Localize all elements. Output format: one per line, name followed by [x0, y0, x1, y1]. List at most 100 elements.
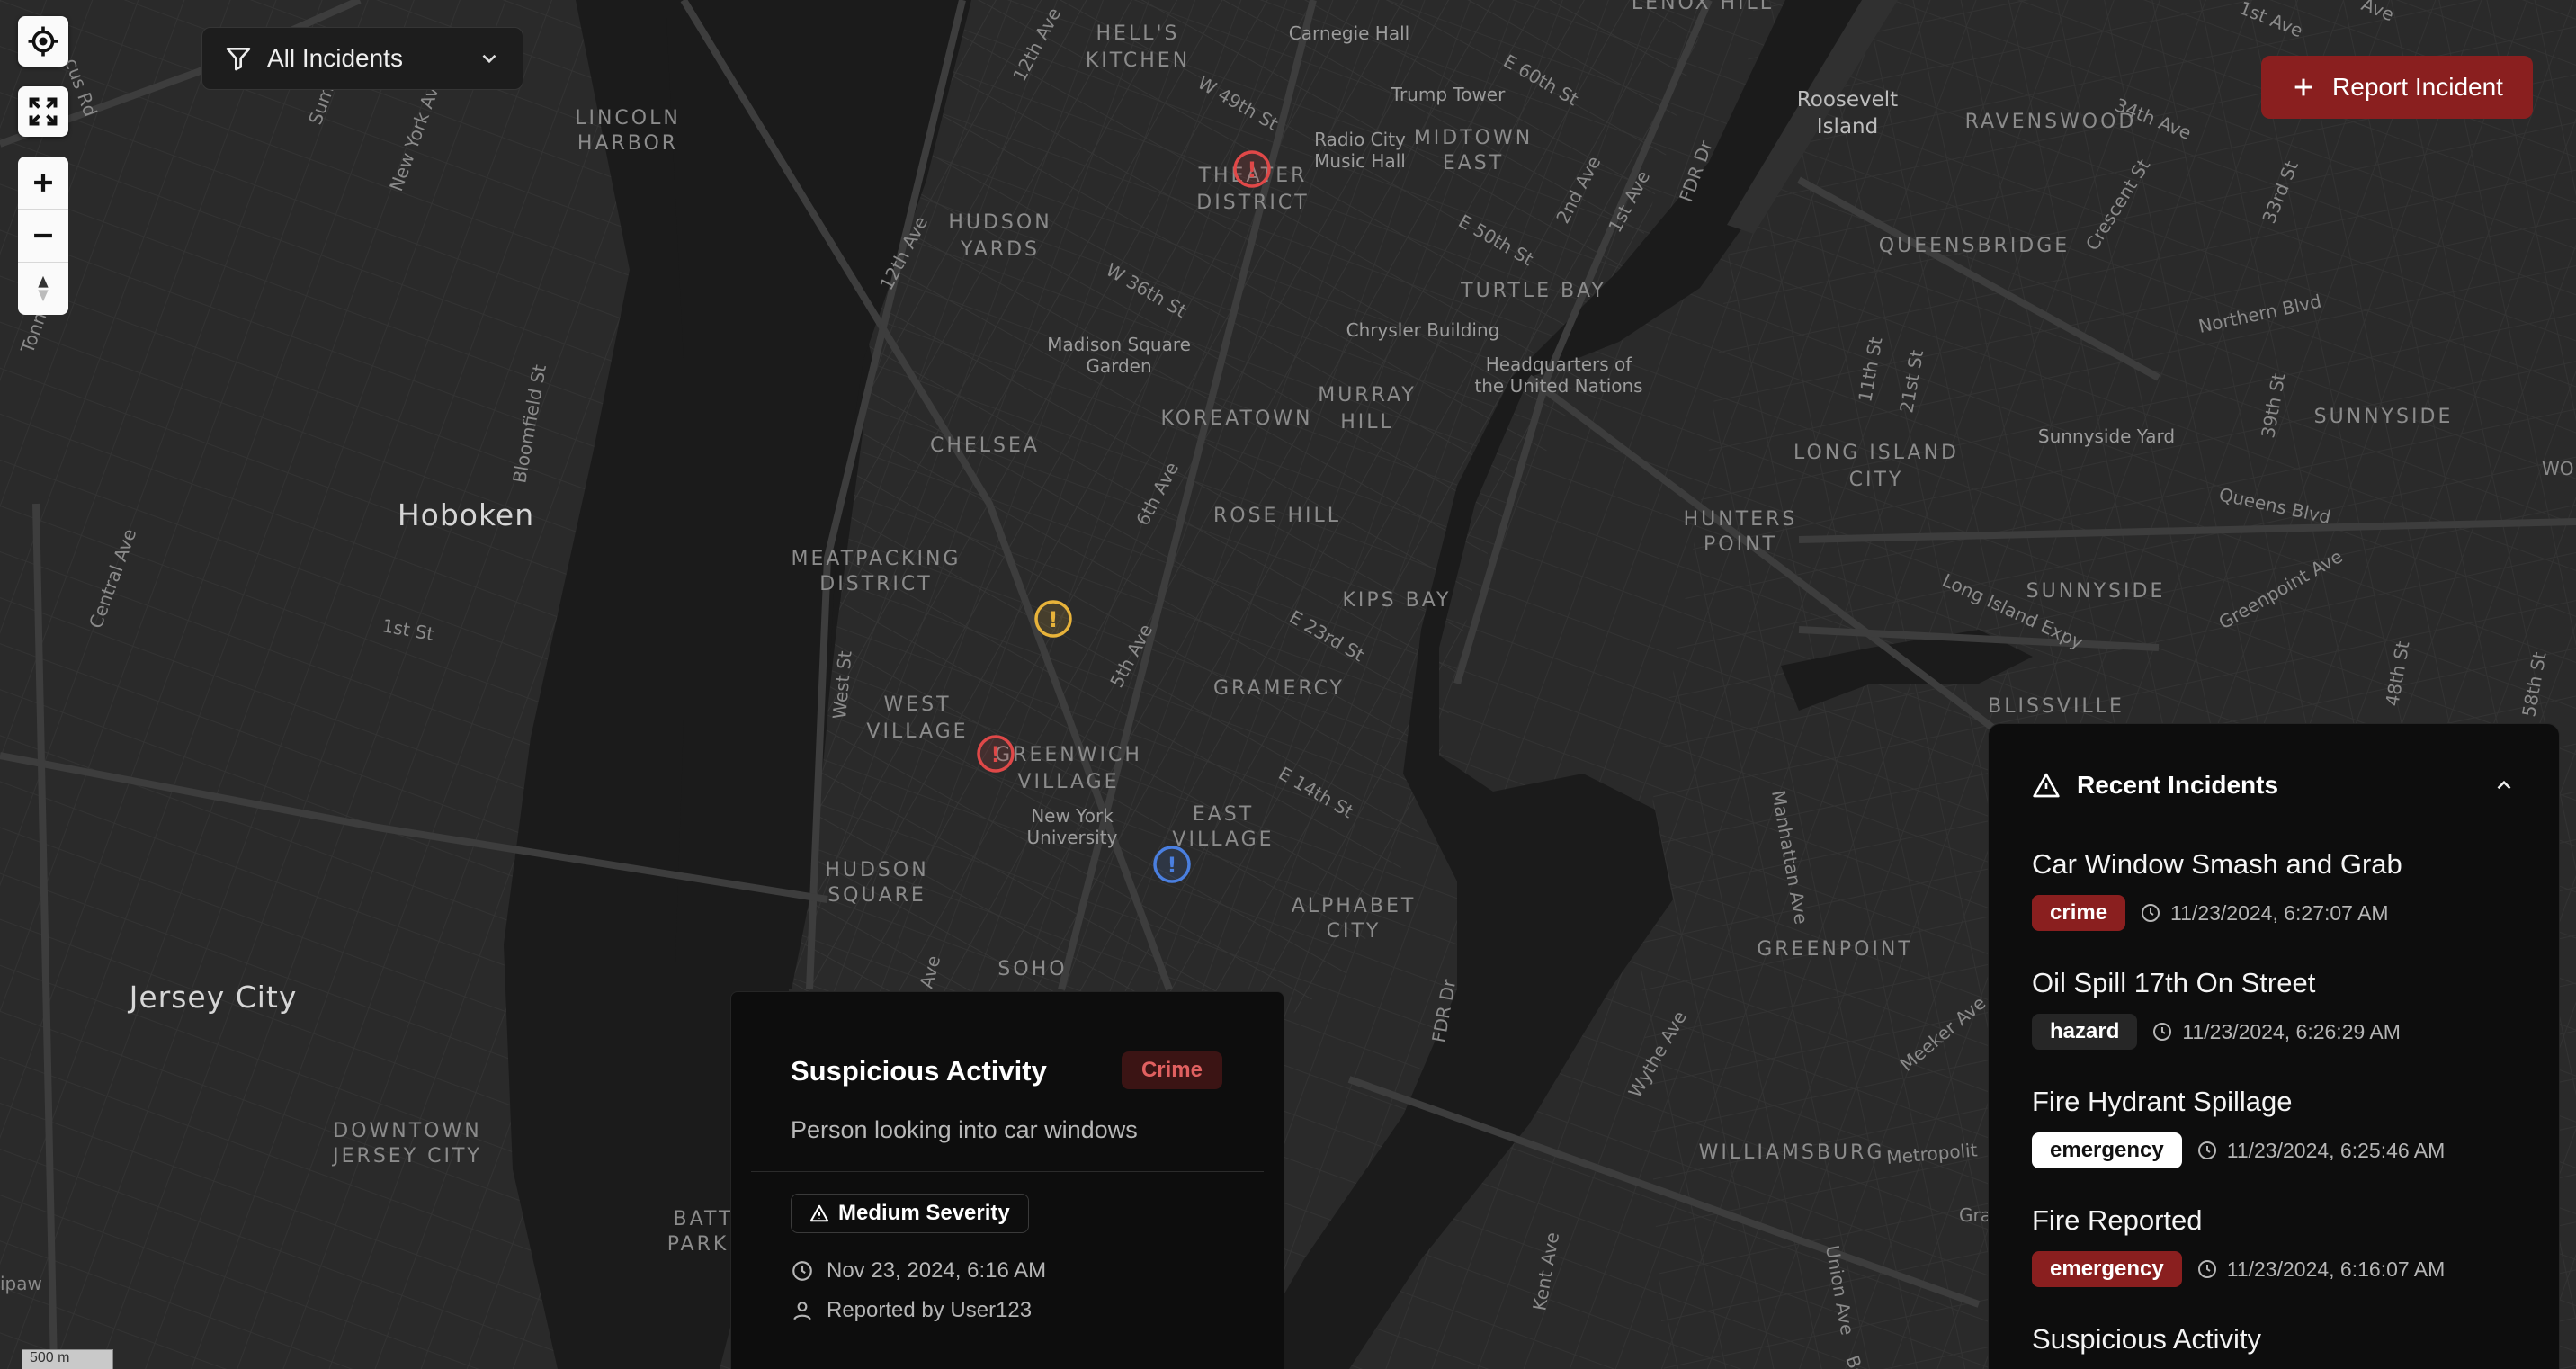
svg-text:HUNTERS: HUNTERS — [1684, 508, 1798, 531]
map-scale: 500 m — [22, 1349, 113, 1369]
svg-text:Gra: Gra — [1959, 1204, 1991, 1226]
crosshair-icon — [28, 26, 58, 57]
svg-text:LENOX HILL: LENOX HILL — [1632, 0, 1774, 14]
svg-text:SUNNYSIDE: SUNNYSIDE — [2314, 406, 2454, 428]
incident-marker-greenwich-village[interactable]: ! — [977, 735, 1015, 773]
svg-text:SUNNYSIDE: SUNNYSIDE — [2026, 580, 2166, 603]
svg-text:New York: New York — [1031, 805, 1114, 827]
incident-filter-dropdown[interactable]: All Incidents — [201, 27, 523, 90]
svg-text:RAVENSWOOD: RAVENSWOOD — [1965, 111, 2137, 133]
incident-type-badge: crime — [2032, 895, 2126, 931]
popup-reporter: Reported by User123 — [791, 1298, 1032, 1323]
svg-text:HILL: HILL — [1340, 411, 1394, 434]
svg-text:Radio City: Radio City — [1314, 129, 1406, 150]
popup-description: Person looking into car windows — [791, 1116, 1138, 1143]
svg-text:POINT: POINT — [1704, 533, 1777, 556]
clock-icon — [2197, 1260, 2216, 1278]
recent-incidents-header[interactable]: Recent Incidents — [2032, 767, 2516, 803]
svg-text:CITY: CITY — [1327, 920, 1382, 943]
incident-time: 11/23/2024, 6:25:46 AM — [2196, 1138, 2446, 1163]
compass-button[interactable] — [18, 263, 68, 315]
zoom-out-button[interactable] — [18, 210, 68, 263]
chevron-down-icon — [482, 54, 496, 64]
incident-time-text: 11/23/2024, 6:27:07 AM — [2170, 900, 2389, 925]
incident-list-item[interactable]: Fire Hydrant Spillage emergency 11/23/20… — [2032, 1086, 2532, 1168]
incident-time: 11/23/2024, 6:26:29 AM — [2151, 1020, 2401, 1044]
svg-text:!: ! — [1167, 853, 1177, 878]
clock-icon — [792, 1261, 812, 1281]
incident-list-item[interactable]: Fire Reported emergency 11/23/2024, 6:16… — [2032, 1204, 2532, 1287]
incident-time: 11/23/2024, 6:16:07 AM — [2196, 1257, 2445, 1282]
svg-text:KOREATOWN: KOREATOWN — [1160, 407, 1312, 430]
svg-text:EAST: EAST — [1193, 803, 1254, 826]
svg-text:PARK: PARK — [667, 1233, 729, 1256]
svg-text:EAST: EAST — [1443, 152, 1504, 174]
incident-marker-theater-district[interactable]: ! — [1233, 150, 1271, 188]
incident-popup: Suspicious Activity Crime Person looking… — [730, 991, 1284, 1369]
svg-text:Sunnyside Yard: Sunnyside Yard — [2038, 425, 2175, 447]
svg-text:Roosevelt: Roosevelt — [1797, 88, 1898, 112]
recent-incidents-panel: Recent Incidents Car Window Smash and Gr… — [1988, 723, 2560, 1369]
report-incident-button[interactable]: Report Incident — [2261, 56, 2533, 119]
incident-marker-chelsea[interactable]: ! — [1034, 600, 1072, 638]
svg-text:VILLAGE: VILLAGE — [1017, 771, 1119, 793]
svg-text:SQUARE: SQUARE — [827, 884, 926, 907]
incident-time-text: 11/23/2024, 6:25:46 AM — [2226, 1138, 2446, 1162]
incident-marker-east-village[interactable]: ! — [1153, 846, 1191, 883]
report-incident-label: Report Incident — [2332, 73, 2503, 101]
svg-text:HARBOR: HARBOR — [577, 132, 678, 155]
svg-text:GREENWICH: GREENWICH — [995, 744, 1142, 766]
incident-list-item[interactable]: Oil Spill 17th On Street hazard 11/23/20… — [2032, 967, 2532, 1050]
incident-title: Car Window Smash and Grab — [2032, 848, 2402, 880]
svg-text:ROSE HILL: ROSE HILL — [1213, 505, 1341, 527]
compass-icon — [38, 275, 49, 302]
zoom-in-button[interactable] — [18, 157, 68, 210]
popup-title: Suspicious Activity — [791, 1055, 1047, 1087]
zoom-controls — [18, 157, 68, 315]
svg-text:!: ! — [1049, 607, 1059, 632]
svg-text:CHELSEA: CHELSEA — [930, 434, 1040, 457]
svg-text:MEATPACKING: MEATPACKING — [792, 548, 962, 570]
user-icon — [793, 1302, 811, 1320]
svg-text:Island: Island — [1817, 115, 1878, 139]
popup-datetime-text: Nov 23, 2024, 6:16 AM — [827, 1258, 1047, 1283]
popup-divider — [751, 1171, 1264, 1172]
incident-list-item[interactable]: Suspicious Activity — [2032, 1323, 2532, 1356]
filter-icon — [226, 48, 251, 71]
severity-badge: Medium Severity — [791, 1194, 1029, 1233]
svg-text:GRAMERCY: GRAMERCY — [1213, 677, 1345, 700]
clock-icon — [2153, 1023, 2172, 1041]
chevron-up-icon[interactable] — [2492, 774, 2516, 797]
incident-time-text: 11/23/2024, 6:26:29 AM — [2182, 1019, 2401, 1043]
recent-incidents-title: Recent Incidents — [2077, 771, 2279, 799]
svg-text:Garden: Garden — [1086, 355, 1151, 377]
incident-type-badge: emergency — [2032, 1132, 2182, 1168]
svg-text:LONG ISLAND: LONG ISLAND — [1793, 442, 1959, 464]
clock-icon — [2197, 1141, 2216, 1159]
fullscreen-button[interactable] — [18, 86, 68, 137]
svg-text:WO: WO — [2542, 458, 2574, 479]
svg-text:YARDS: YARDS — [960, 238, 1040, 261]
svg-text:JERSEY CITY: JERSEY CITY — [331, 1145, 482, 1168]
svg-text:CITY: CITY — [1849, 469, 1904, 491]
svg-text:BATT: BATT — [674, 1208, 734, 1230]
incident-title: Oil Spill 17th On Street — [2032, 967, 2316, 998]
svg-text:ipaw: ipaw — [0, 1273, 42, 1294]
svg-text:!: ! — [1248, 157, 1257, 183]
svg-text:!: ! — [991, 742, 1001, 767]
locate-button[interactable] — [18, 16, 68, 67]
svg-text:LINCOLN: LINCOLN — [575, 107, 681, 130]
plus-icon — [34, 174, 52, 192]
incident-list-item[interactable]: Car Window Smash and Grab crime 11/23/20… — [2032, 848, 2532, 931]
svg-text:Madison Square: Madison Square — [1047, 334, 1191, 355]
incident-time: 11/23/2024, 6:27:07 AM — [2140, 901, 2389, 926]
svg-text:QUEENSBRIDGE: QUEENSBRIDGE — [1879, 235, 2070, 257]
svg-text:HELL'S: HELL'S — [1096, 22, 1180, 45]
warning-icon — [809, 1204, 829, 1222]
svg-text:Jersey City: Jersey City — [128, 980, 298, 1015]
svg-text:University: University — [1027, 827, 1118, 848]
incident-title: Fire Reported — [2032, 1204, 2203, 1236]
incident-type-badge: hazard — [2032, 1014, 2138, 1050]
incident-title: Fire Hydrant Spillage — [2032, 1086, 2293, 1117]
svg-text:MURRAY: MURRAY — [1318, 384, 1417, 407]
